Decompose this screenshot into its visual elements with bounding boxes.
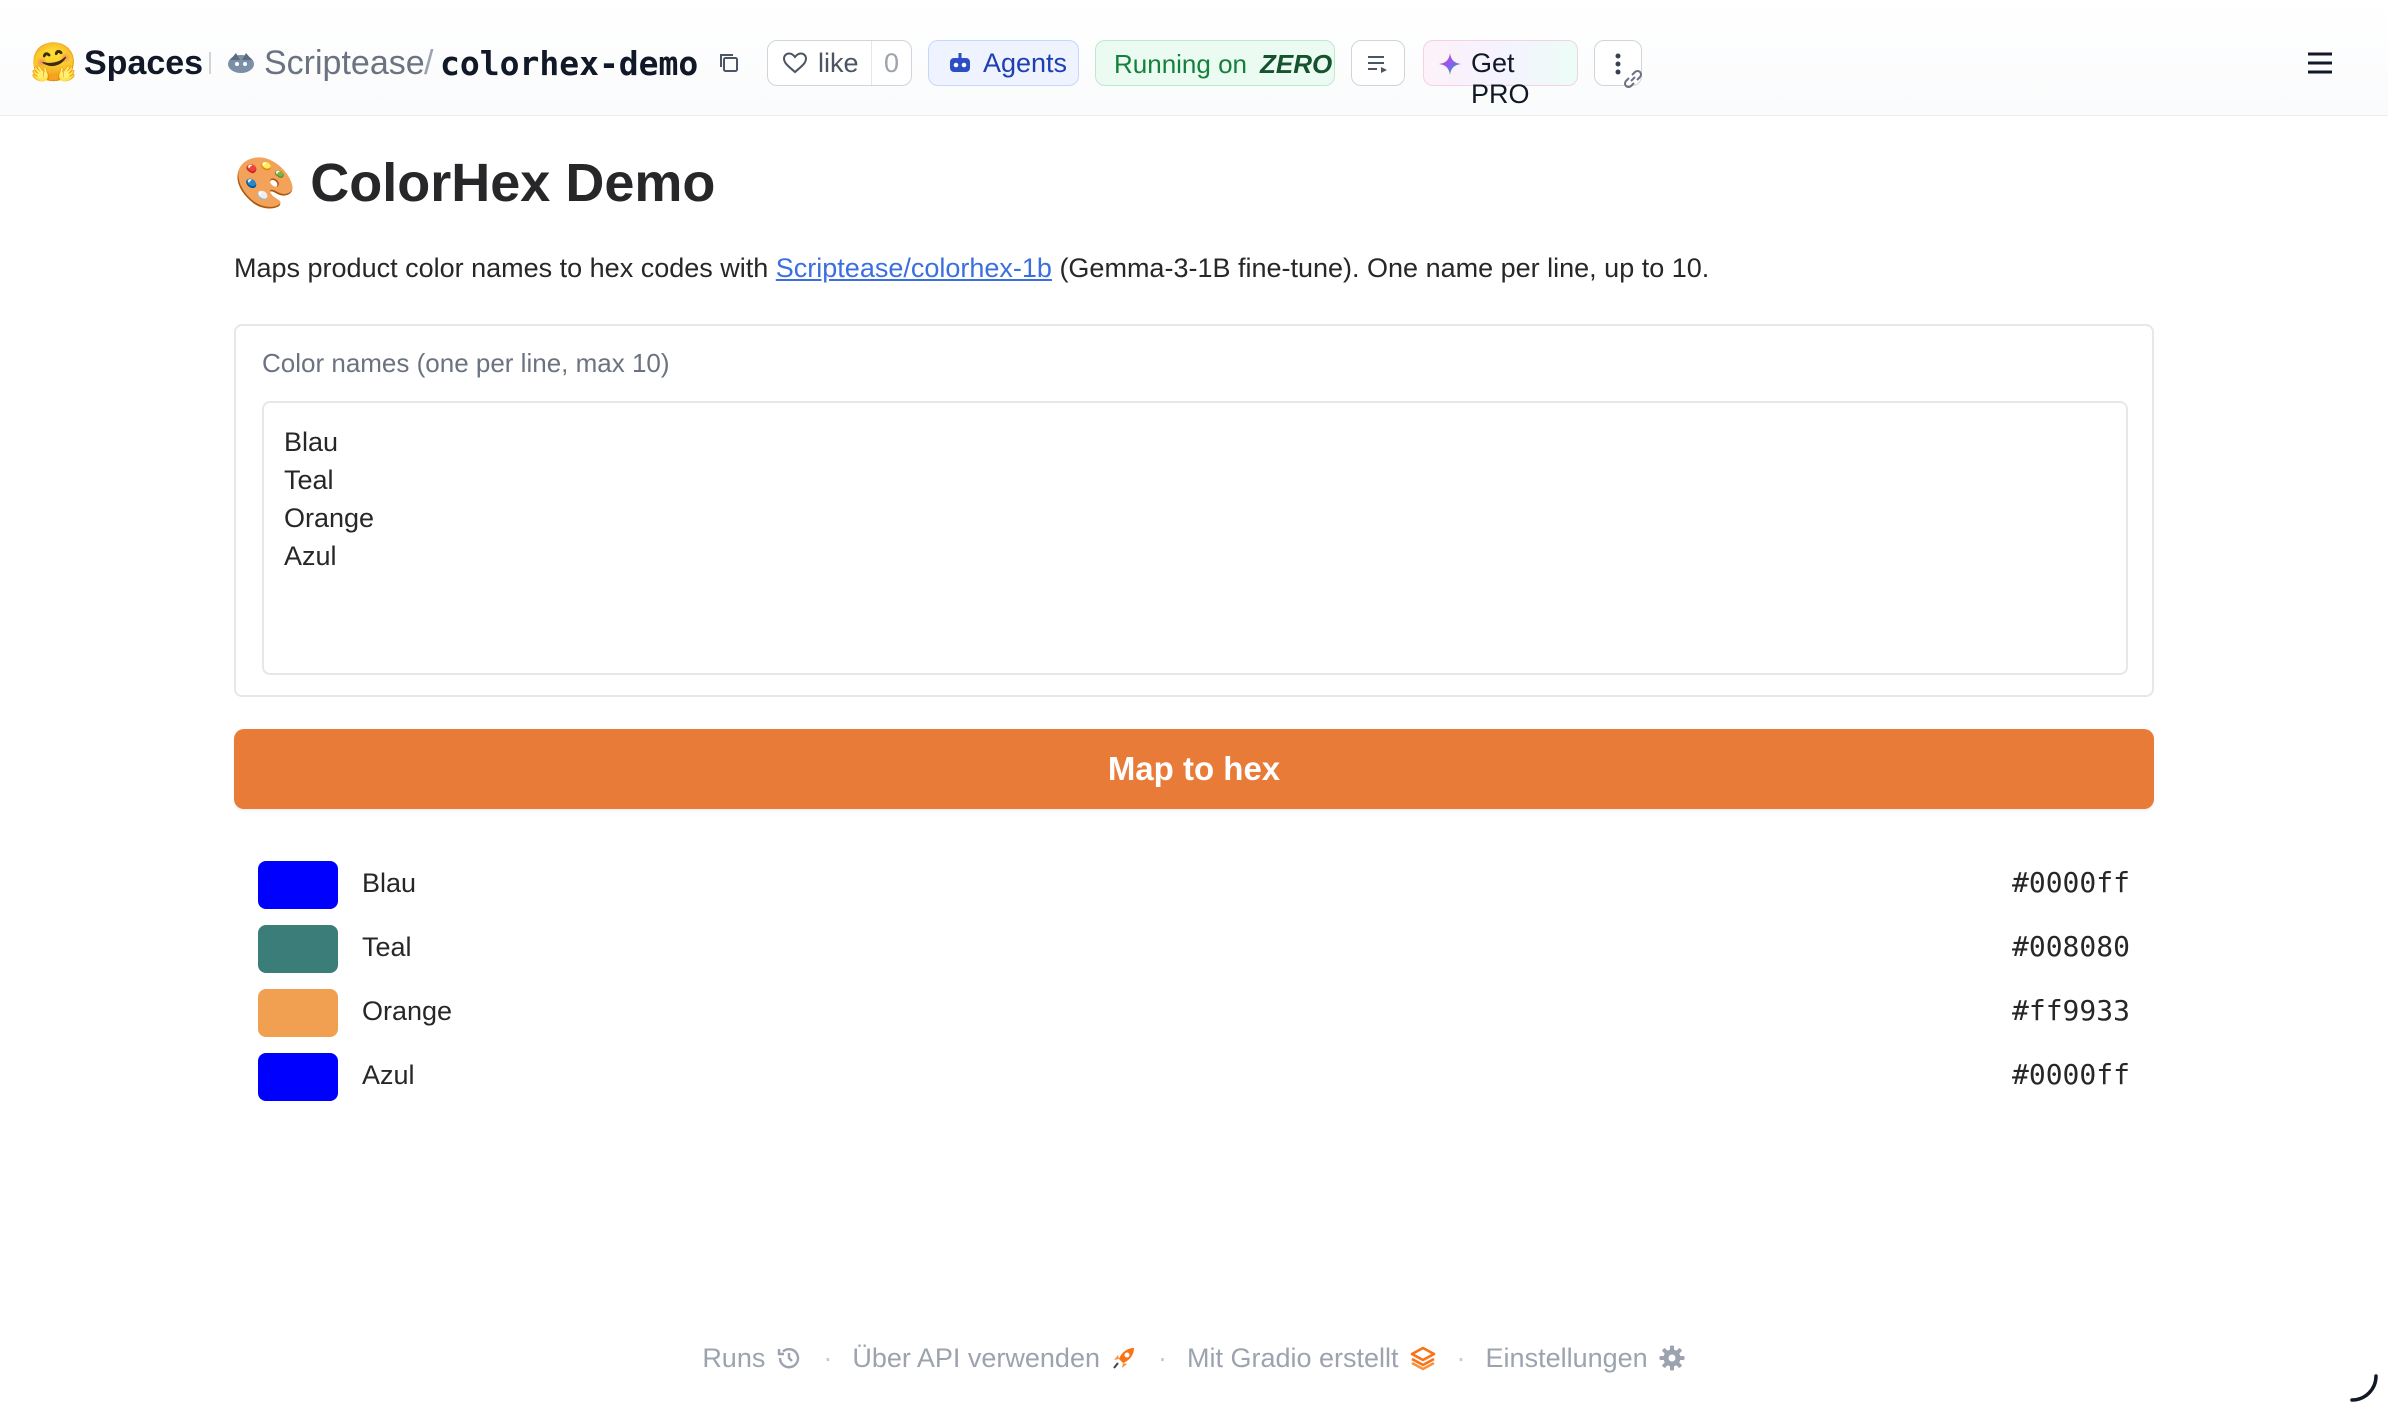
- footer-separator: ·: [1157, 1342, 1167, 1373]
- palette-icon: 🎨: [234, 154, 297, 211]
- runtime-status-badge[interactable]: Running on ZERO: [1095, 40, 1335, 86]
- like-button[interactable]: like 0: [767, 40, 912, 86]
- result-color-name: Blau: [362, 868, 417, 898]
- results-list: Blau #0000ff Teal #008080 Orange #ff9933…: [234, 858, 2154, 1114]
- result-row: Azul #0000ff: [234, 1050, 2154, 1114]
- result-hex-code: #ff9933: [2011, 994, 2130, 1027]
- footer: Runs · Über API verwenden · Mit Gradio e…: [0, 1336, 2388, 1380]
- color-names-label: Color names (one per line, max 10): [262, 348, 670, 378]
- hamburger-menu-icon[interactable]: [2304, 46, 2336, 80]
- textarea-line: Azul: [284, 541, 337, 571]
- robot-icon: [950, 53, 970, 72]
- color-swatch: [258, 925, 338, 973]
- link-icon[interactable]: [1620, 66, 1646, 92]
- gradio-logo-icon: [1410, 1346, 1435, 1371]
- list-icon: [1368, 56, 1387, 73]
- page-title: 🎨 ColorHex Demo: [234, 148, 715, 218]
- settings-label: Einstellungen: [1485, 1342, 1648, 1373]
- color-swatch: [258, 1053, 338, 1101]
- hardware-label: ZERO: [1260, 49, 1333, 79]
- gear-icon: [1659, 1345, 1685, 1371]
- api-link[interactable]: Über API verwenden: [852, 1343, 1138, 1374]
- textarea-line: Blau: [284, 427, 339, 457]
- color-names-textarea[interactable]: Blau Teal Orange Azul: [262, 401, 2128, 675]
- like-label: like: [818, 48, 859, 78]
- spaces-link[interactable]: Spaces: [84, 38, 203, 88]
- copy-icon[interactable]: [716, 50, 742, 76]
- top-navigation-bar: 🤗 Spaces Scriptease / colorhex-demo like…: [0, 0, 2388, 116]
- result-hex-code: #0000ff: [2011, 866, 2130, 899]
- footer-separator: ·: [823, 1342, 833, 1373]
- owner-link[interactable]: Scriptease: [264, 38, 425, 88]
- repo-name-link[interactable]: colorhex-demo: [440, 38, 698, 88]
- result-row: Teal #008080: [234, 922, 2154, 986]
- hugging-face-logo-icon[interactable]: 🤗: [30, 40, 77, 86]
- get-pro-button[interactable]: Get PRO: [1423, 40, 1578, 109]
- owner-avatar-icon[interactable]: [226, 50, 256, 76]
- color-swatch: [258, 989, 338, 1037]
- settings-link[interactable]: Einstellungen: [1486, 1343, 1686, 1374]
- divider: [209, 52, 211, 74]
- textarea-line: Orange: [284, 503, 375, 533]
- agents-button[interactable]: Agents: [928, 40, 1079, 86]
- agents-label: Agents: [983, 48, 1068, 78]
- model-link[interactable]: Scriptease/colorhex-1b: [776, 253, 1052, 283]
- loading-spinner-icon: [2346, 1370, 2380, 1404]
- logs-button[interactable]: [1351, 40, 1405, 86]
- app-description: Maps product color names to hex codes wi…: [234, 250, 1709, 286]
- gradio-link[interactable]: Mit Gradio erstellt: [1187, 1343, 1437, 1374]
- page-title-text: ColorHex Demo: [310, 153, 716, 213]
- path-separator: /: [424, 43, 434, 82]
- color-swatch: [258, 861, 338, 909]
- result-hex-code: #008080: [2011, 930, 2130, 963]
- like-divider: [871, 41, 872, 85]
- description-text-after: (Gemma-3-1B fine-tune). One name per lin…: [1051, 253, 1710, 283]
- textarea-line: Teal: [284, 465, 334, 495]
- result-color-name: Teal: [362, 932, 412, 962]
- footer-separator: ·: [1456, 1342, 1466, 1373]
- sparkle-icon: [1439, 53, 1461, 75]
- gradio-label: Mit Gradio erstellt: [1186, 1342, 1399, 1373]
- running-label: Running on: [1114, 49, 1247, 79]
- result-row: Blau #0000ff: [234, 858, 2154, 922]
- result-row: Orange #ff9933: [234, 986, 2154, 1050]
- input-panel: Color names (one per line, max 10) Blau …: [234, 324, 2154, 697]
- map-to-hex-button[interactable]: Map to hex: [234, 729, 2154, 809]
- result-color-name: Azul: [362, 1060, 415, 1090]
- runs-label: Runs: [702, 1342, 766, 1373]
- rocket-icon: [1113, 1348, 1134, 1369]
- history-icon: [778, 1348, 800, 1369]
- result-hex-code: #0000ff: [2011, 1058, 2130, 1091]
- like-count: 0: [884, 48, 900, 78]
- heart-icon: [782, 52, 808, 74]
- description-text: Maps product color names to hex codes wi…: [234, 253, 776, 283]
- runs-link[interactable]: Runs: [702, 1343, 803, 1374]
- api-label: Über API verwenden: [852, 1342, 1100, 1373]
- get-pro-label: Get PRO: [1471, 48, 1530, 109]
- result-color-name: Orange: [362, 996, 453, 1026]
